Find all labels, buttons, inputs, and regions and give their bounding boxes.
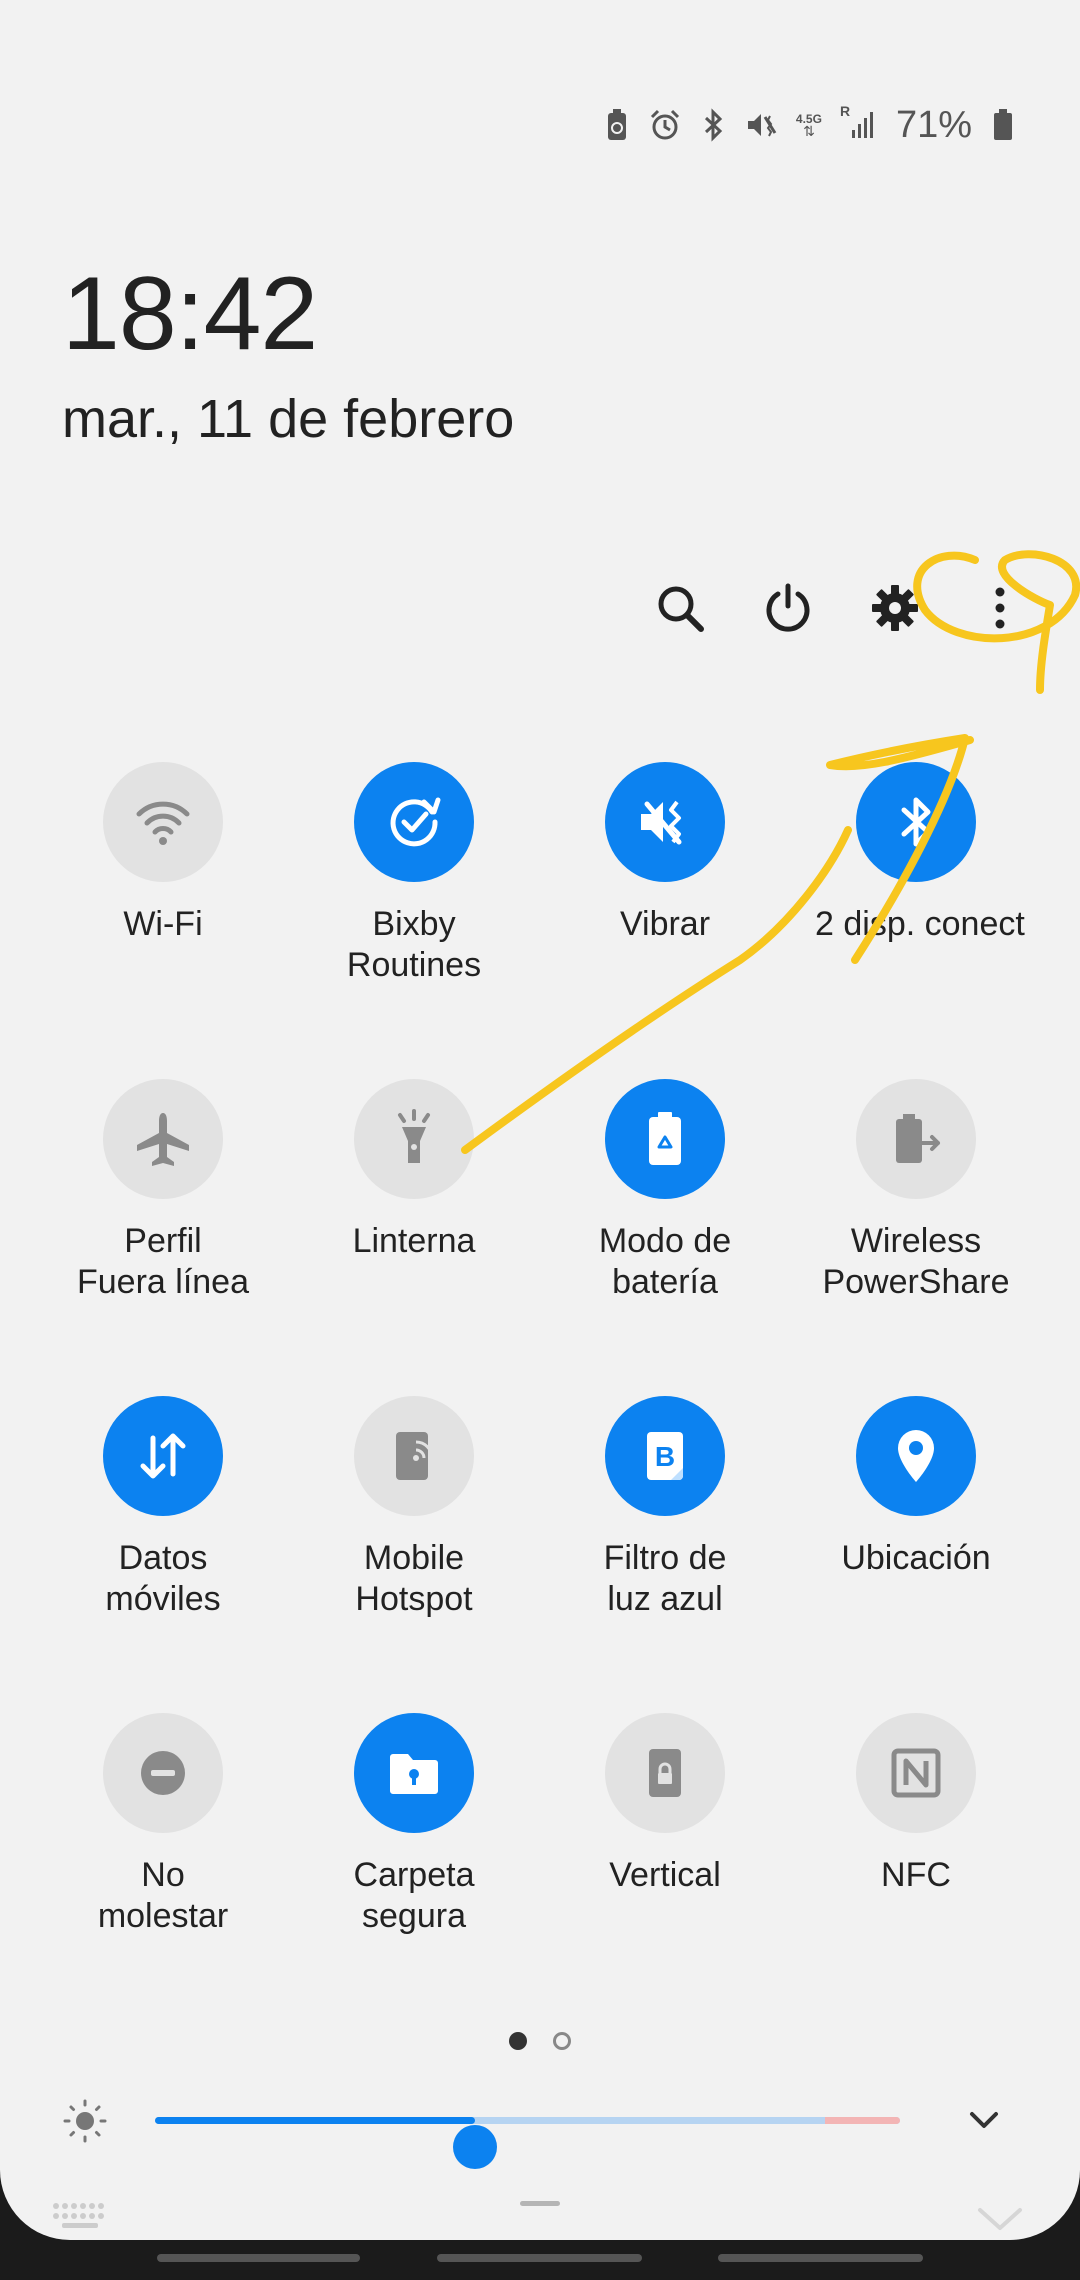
clock-time[interactable]: 18:42 [62, 255, 318, 374]
battery-mode-icon [605, 1079, 725, 1199]
powershare-icon [856, 1079, 976, 1199]
portrait-lock-icon [605, 1713, 725, 1833]
tile-label: Filtro de luz azul [603, 1539, 727, 1618]
tile-label: Wi-Fi [123, 905, 203, 943]
battery-saver-icon [600, 105, 634, 145]
tile-bluetooth[interactable]: 2 disp. conect [791, 762, 1041, 945]
tile-wifi[interactable]: Wi-Fi [38, 762, 288, 945]
power-button[interactable] [748, 570, 828, 650]
tile-secure-folder[interactable]: Carpeta segura [289, 1713, 539, 1937]
bluetooth-icon [856, 762, 976, 882]
tile-label: No molestar [97, 1856, 229, 1935]
gear-icon [869, 582, 921, 639]
hide-chevron-icon[interactable] [976, 2204, 1024, 2239]
keyboard-icon[interactable] [50, 2200, 110, 2239]
drag-handle[interactable] [520, 2201, 560, 2206]
tile-label: 2 disp. conect [815, 905, 1025, 943]
search-icon [654, 582, 706, 639]
settings-button[interactable] [855, 570, 935, 650]
secure-folder-icon [354, 1713, 474, 1833]
blue-light-filter-icon: B [605, 1396, 725, 1516]
tile-label: Mobile Hotspot [355, 1539, 473, 1618]
page-indicator [0, 2032, 1080, 2050]
tile-bixby-routines[interactable]: Bixby Routines [289, 762, 539, 986]
hotspot-icon [354, 1396, 474, 1516]
clock-date[interactable]: mar., 11 de febrero [62, 388, 514, 450]
tile-label: NFC [881, 1856, 951, 1894]
tile-mobile-hotspot[interactable]: Mobile Hotspot [289, 1396, 539, 1620]
battery-percent: 71% [895, 103, 972, 146]
bluetooth-icon [696, 105, 730, 145]
tile-label: Linterna [352, 1222, 476, 1260]
brightness-thumb[interactable] [453, 2125, 498, 2169]
search-button[interactable] [640, 570, 720, 650]
tile-wireless-powershare[interactable]: Wireless PowerShare [791, 1079, 1041, 1303]
brightness-slider[interactable] [155, 2117, 900, 2169]
tile-label: Ubicación [841, 1539, 991, 1577]
roaming-label: R [839, 103, 851, 119]
brightness-high-zone [825, 2117, 900, 2124]
wifi-icon [103, 762, 223, 882]
tile-label: Perfil Fuera línea [77, 1222, 249, 1301]
do-not-disturb-icon [103, 1713, 223, 1833]
tile-label: Carpeta segura [353, 1856, 475, 1935]
chevron-down-icon[interactable] [964, 2100, 1004, 2145]
data-4-5g-icon: 4.5G ⇅ [795, 112, 822, 139]
mobile-data-icon [103, 1396, 223, 1516]
brightness-row [0, 2090, 1080, 2169]
more-options-button[interactable] [960, 570, 1040, 650]
tile-blue-light-filter[interactable]: B Filtro de luz azul [540, 1396, 790, 1620]
tile-label: Vibrar [619, 905, 711, 943]
bixby-routines-icon [354, 762, 474, 882]
tile-label: Wireless PowerShare [822, 1222, 1010, 1301]
page-dot-1[interactable] [509, 2032, 527, 2050]
location-icon [856, 1396, 976, 1516]
signal-roaming-icon: R [839, 103, 874, 145]
battery-icon [986, 105, 1020, 145]
tile-label: Vertical [609, 1856, 721, 1894]
tile-vibrate[interactable]: Vibrar [540, 762, 790, 945]
page-dot-2[interactable] [553, 2032, 571, 2050]
tile-flashlight[interactable]: Linterna [289, 1079, 539, 1262]
tile-portrait-lock[interactable]: Vertical [540, 1713, 790, 1896]
nav-back[interactable] [718, 2254, 923, 2262]
tile-label: Datos móviles [105, 1539, 221, 1618]
nav-recents[interactable] [157, 2254, 360, 2262]
tile-airplane-mode[interactable]: Perfil Fuera línea [38, 1079, 288, 1303]
tile-label: Bixby Routines [346, 905, 482, 984]
nav-home[interactable] [437, 2254, 642, 2262]
vibrate-icon [744, 105, 778, 145]
tile-battery-mode[interactable]: Modo de batería [540, 1079, 790, 1303]
tile-label: Modo de batería [598, 1222, 732, 1301]
nfc-icon [856, 1713, 976, 1833]
more-vert-icon [990, 582, 1010, 639]
tile-mobile-data[interactable]: Datos móviles [38, 1396, 288, 1620]
airplane-icon [103, 1079, 223, 1199]
status-bar: 4.5G ⇅ R 71% [600, 100, 1020, 150]
quick-panel: 4.5G ⇅ R 71% 18:42 mar., 11 de febrero W… [0, 0, 1080, 2240]
tile-location[interactable]: Ubicación [791, 1396, 1041, 1579]
alarm-icon [648, 105, 682, 145]
svg-text:B: B [655, 1441, 675, 1472]
brightness-fill [155, 2117, 476, 2124]
flashlight-icon [354, 1079, 474, 1199]
tile-do-not-disturb[interactable]: No molestar [38, 1713, 288, 1937]
vibrate-icon [605, 762, 725, 882]
brightness-icon [60, 2096, 110, 2151]
power-icon [762, 582, 814, 639]
tile-nfc[interactable]: NFC [791, 1713, 1041, 1896]
